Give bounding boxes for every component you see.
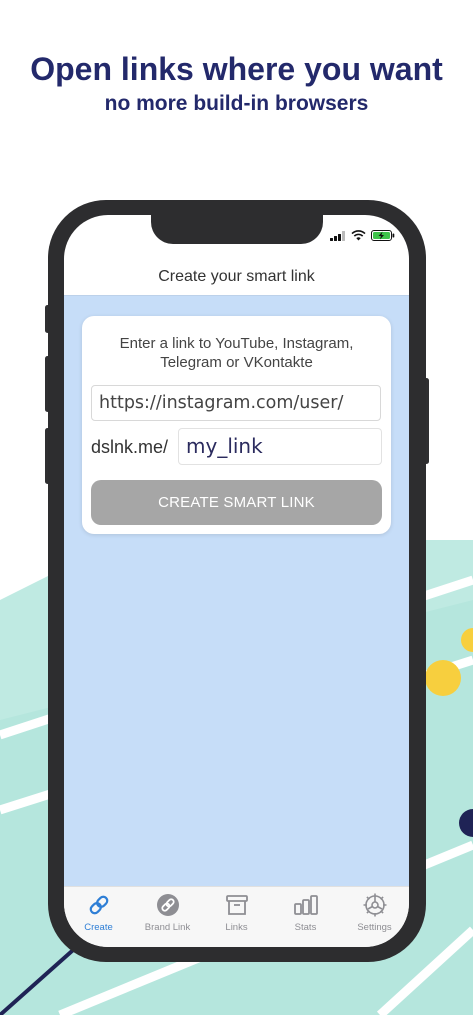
- link-icon: [86, 892, 112, 918]
- phone-notch: [151, 215, 323, 244]
- gear-icon: [362, 892, 388, 918]
- tab-settings-label: Settings: [357, 922, 392, 933]
- tab-brand-link-label: Brand Link: [144, 922, 191, 933]
- archive-box-icon: [224, 892, 250, 918]
- tab-settings[interactable]: Settings: [340, 887, 409, 947]
- bar-chart-icon: [293, 892, 319, 918]
- promo-subline: no more build-in browsers: [104, 92, 369, 115]
- battery-charging-icon: [371, 230, 395, 241]
- instruction-text: Enter a link to YouTube, Instagram, Tele…: [119, 335, 354, 371]
- brand-link-icon: [155, 892, 181, 918]
- tab-links-label: Links: [225, 922, 248, 933]
- tab-links[interactable]: Links: [202, 887, 271, 947]
- promo-headline: Open links where you want: [30, 51, 443, 87]
- status-bar: [330, 230, 395, 241]
- main-content: Enter a link to YouTube, Instagram, Tele…: [64, 295, 409, 886]
- phone-screen: Create your smart link Enter a link to Y…: [64, 215, 409, 947]
- tab-stats[interactable]: Stats: [271, 887, 340, 947]
- slug-input[interactable]: my_link: [178, 428, 382, 465]
- tab-stats-label: Stats: [294, 922, 317, 933]
- wifi-icon: [351, 230, 366, 241]
- create-smart-link-button[interactable]: CREATE SMART LINK: [91, 480, 382, 525]
- tab-brand-link[interactable]: Brand Link: [133, 887, 202, 947]
- domain-prefix: dslnk.me/: [91, 437, 169, 457]
- url-input[interactable]: https://instagram.com/user/: [91, 385, 381, 421]
- tab-create[interactable]: Create: [64, 887, 133, 947]
- tab-create-label: Create: [84, 922, 113, 933]
- create-link-card: Enter a link to YouTube, Instagram, Tele…: [82, 316, 391, 534]
- cellular-signal-icon: [330, 230, 345, 241]
- page-title: Create your smart link: [158, 268, 315, 285]
- phone-frame: Create your smart link Enter a link to Y…: [48, 200, 426, 962]
- tab-bar: Create Brand Link Links Stats Settings: [64, 886, 409, 947]
